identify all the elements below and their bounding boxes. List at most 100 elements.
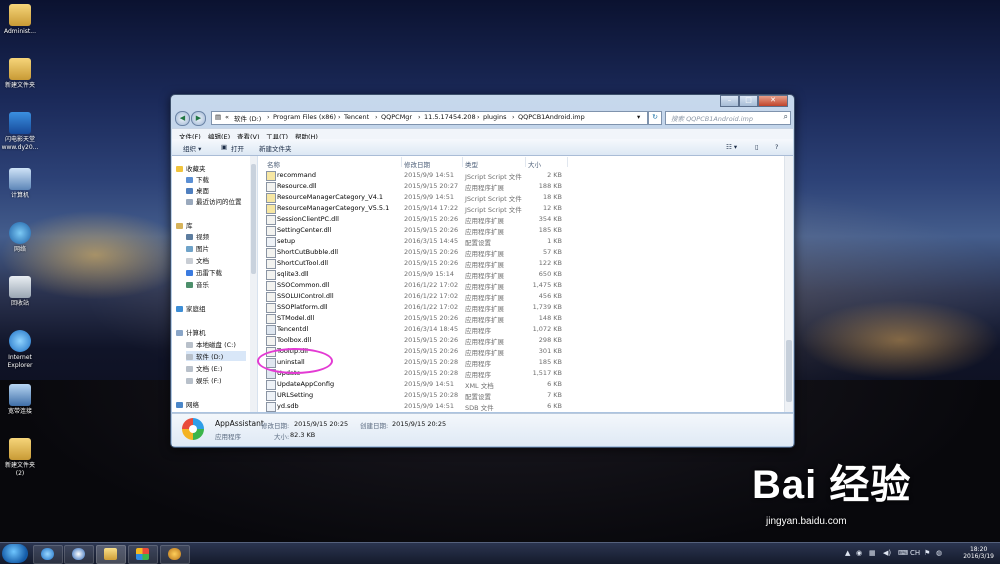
tray-app-icon[interactable]: ◉ — [856, 549, 862, 557]
nav-recent[interactable]: 最近访问的位置 — [186, 196, 242, 206]
nav-drive-d[interactable]: 软件 (D:) — [186, 351, 246, 361]
tray-ime-icon[interactable]: ⌨ — [898, 549, 908, 557]
preview-pane-icon[interactable]: ▯ — [755, 143, 759, 151]
breadcrumb-drive-d[interactable]: 软件 (D:) — [234, 113, 261, 123]
taskbar-media-player[interactable] — [64, 545, 94, 564]
desktop-icon-administrator[interactable]: Administ... — [0, 4, 40, 36]
table-row[interactable]: SSOPlatform.dll 2016/1/22 17:02 应用程序扩展 1,73… — [266, 302, 566, 313]
nav-homegroup[interactable]: 家庭组 — [176, 303, 206, 313]
desktop-icon-movie-site[interactable]: 闪电影天堂 www.dy20... — [0, 112, 40, 152]
new-folder-button[interactable]: 新建文件夹 — [259, 143, 292, 153]
table-row[interactable]: SettingCenter.dll 2015/9/15 20:26 应用程序扩展 18… — [266, 225, 566, 236]
nav-desktop[interactable]: 桌面 — [186, 185, 209, 195]
nav-documents[interactable]: 文档 — [186, 255, 209, 265]
refresh-button[interactable]: ↻ — [648, 111, 662, 125]
view-options-icon[interactable]: ☷ ▾ — [726, 143, 737, 151]
tray-expand-icon[interactable]: ▲ — [845, 549, 850, 557]
nav-drive-e[interactable]: 文档 (E:) — [186, 363, 222, 373]
table-row[interactable]: yd.sdb 2015/9/9 14:51 SDB 文件 6 KB — [266, 401, 566, 412]
nav-videos[interactable]: 视频 — [186, 231, 209, 241]
breadcrumb-program-files[interactable]: Program Files (x86) — [273, 113, 336, 121]
breadcrumb-qqpcmgr[interactable]: QQPCMgr — [381, 113, 412, 121]
table-row[interactable]: recommand 2015/9/9 14:51 JScript Script 文件… — [266, 170, 566, 181]
maximize-button[interactable]: □ — [739, 95, 758, 107]
desktop-icon-new-folder[interactable]: 新建文件夹 — [0, 58, 40, 90]
desktop-icon-network[interactable]: 网络 — [0, 222, 40, 254]
nav-thunder[interactable]: 迅雷下载 — [186, 267, 222, 277]
table-row[interactable]: SessionClientPC.dll 2015/9/15 20:26 应用程序扩展… — [266, 214, 566, 225]
file-type: XML 文档 — [465, 382, 494, 390]
scroll-thumb[interactable] — [251, 164, 256, 274]
forward-button[interactable]: ▶ — [191, 111, 206, 126]
table-row[interactable]: setup 2016/3/15 14:45 配置设置 1 KB — [266, 236, 566, 247]
breadcrumb-tencent[interactable]: Tencent — [344, 113, 369, 121]
tray-network-icon[interactable]: ▦ — [869, 549, 876, 557]
table-row[interactable]: SSOLUIControl.dll 2016/1/22 17:02 应用程序扩展 45… — [266, 291, 566, 302]
nav-libraries[interactable]: 库 — [176, 220, 193, 230]
scroll-thumb[interactable] — [786, 340, 792, 402]
taskbar-app[interactable] — [128, 545, 158, 564]
table-row[interactable]: ShortCutTool.dll 2015/9/15 20:26 应用程序扩展 122… — [266, 258, 566, 269]
nav-downloads[interactable]: 下载 — [186, 174, 209, 184]
nav-scrollbar[interactable] — [250, 156, 257, 412]
organize-button[interactable]: 组织 ▾ — [183, 143, 201, 153]
table-row[interactable]: URLSetting 2015/9/15 20:28 配置设置 7 KB — [266, 390, 566, 401]
help-icon[interactable]: ? — [775, 143, 778, 151]
nav-network[interactable]: 网络 — [176, 399, 199, 409]
tray-ime[interactable]: CH — [910, 549, 920, 557]
table-row[interactable]: Toolbox.dll 2015/9/15 20:26 应用程序扩展 298 KB — [266, 335, 566, 346]
minimize-button[interactable]: – — [720, 95, 739, 107]
close-button[interactable]: ✕ — [758, 95, 788, 107]
table-row[interactable]: ShortCutBubble.dll 2015/9/15 20:26 应用程序扩展 5… — [266, 247, 566, 258]
table-row[interactable]: STModel.dll 2015/9/15 20:26 应用程序扩展 148 KB — [266, 313, 566, 324]
qq-icon — [168, 548, 181, 560]
desktop-icon-new-folder-2[interactable]: 新建文件夹 (2) — [0, 438, 40, 478]
column-size[interactable]: 大小 — [528, 159, 541, 169]
start-button[interactable] — [2, 544, 28, 563]
column-type[interactable]: 类型 — [465, 159, 478, 169]
nav-pictures[interactable]: 图片 — [186, 243, 209, 253]
file-size: 185 KB — [538, 226, 562, 234]
desktop-icon-internet-explorer[interactable]: Internet Explorer — [0, 330, 40, 370]
open-button[interactable]: 打开 — [231, 143, 244, 153]
breadcrumb-plugins[interactable]: plugins — [483, 113, 507, 121]
tray-volume-icon[interactable]: ◀) — [883, 549, 891, 557]
nav-favorites[interactable]: 收藏夹 — [176, 163, 206, 173]
table-row[interactable]: sqlite3.dll 2015/9/9 15:14 应用程序扩展 650 KB — [266, 269, 566, 280]
column-modified[interactable]: 修改日期 — [404, 159, 430, 169]
back-button[interactable]: ◀ — [175, 111, 190, 126]
taskbar-ie[interactable] — [33, 545, 63, 564]
desktop-icon-computer[interactable]: 计算机 — [0, 168, 40, 200]
breadcrumb-version[interactable]: 11.5.17454.208 — [424, 113, 476, 121]
tray-security-icon[interactable]: ◍ — [936, 549, 942, 557]
column-name[interactable]: 名称 — [267, 159, 280, 169]
desktop-icon-recycle-bin[interactable]: 回收站 — [0, 276, 40, 308]
taskbar-qq[interactable] — [160, 545, 190, 564]
file-list-scrollbar[interactable] — [784, 156, 793, 412]
table-row[interactable]: SSOCommon.dll 2016/1/22 17:02 应用程序扩展 1,475 … — [266, 280, 566, 291]
dropdown-icon[interactable]: ▾ — [637, 113, 640, 121]
table-row[interactable]: Tencentdl 2016/3/14 18:45 应用程序 1,072 KB — [266, 324, 566, 335]
details-size: 82.3 KB — [290, 431, 316, 439]
table-row[interactable]: ResourceManagerCategory_V5.5.1 2015/9/14 … — [266, 203, 566, 214]
table-row[interactable]: UpdateAppConfig 2015/9/9 14:51 XML 文档 6 KB — [266, 379, 566, 390]
breadcrumb-current[interactable]: QQPCB1Android.imp — [518, 113, 585, 121]
nav-computer[interactable]: 计算机 — [176, 327, 206, 337]
table-row[interactable]: ResourceManagerCategory_V4.1 2015/9/9 14:… — [266, 192, 566, 203]
taskbar-explorer[interactable] — [96, 545, 126, 564]
clock[interactable]: 18:20 2016/3/19 — [963, 546, 994, 560]
tray-flag-icon[interactable]: ⚑ — [924, 549, 930, 557]
search-icon[interactable]: ⌕ — [784, 112, 788, 122]
file-size: 7 KB — [547, 391, 562, 399]
desktop-icon-broadband[interactable]: 宽带连接 — [0, 384, 40, 416]
nav-drive-f[interactable]: 娱乐 (F:) — [186, 375, 222, 385]
address-bar[interactable]: ▤ « 软件 (D:) › Program Files (x86) › Tenc… — [211, 111, 648, 125]
search-box[interactable]: 搜索 QQPCB1Android.imp ⌕ — [665, 111, 791, 125]
file-modified: 2015/9/15 20:26 — [404, 314, 459, 322]
breadcrumb-overflow[interactable]: « — [225, 113, 229, 121]
file-size: 2 KB — [547, 171, 562, 179]
table-row[interactable]: Resource.dll 2015/9/15 20:27 应用程序扩展 188 KB — [266, 181, 566, 192]
nav-music[interactable]: 音乐 — [186, 279, 209, 289]
nav-drive-c[interactable]: 本地磁盘 (C:) — [186, 339, 236, 349]
file-type: 应用程序扩展 — [465, 228, 504, 236]
